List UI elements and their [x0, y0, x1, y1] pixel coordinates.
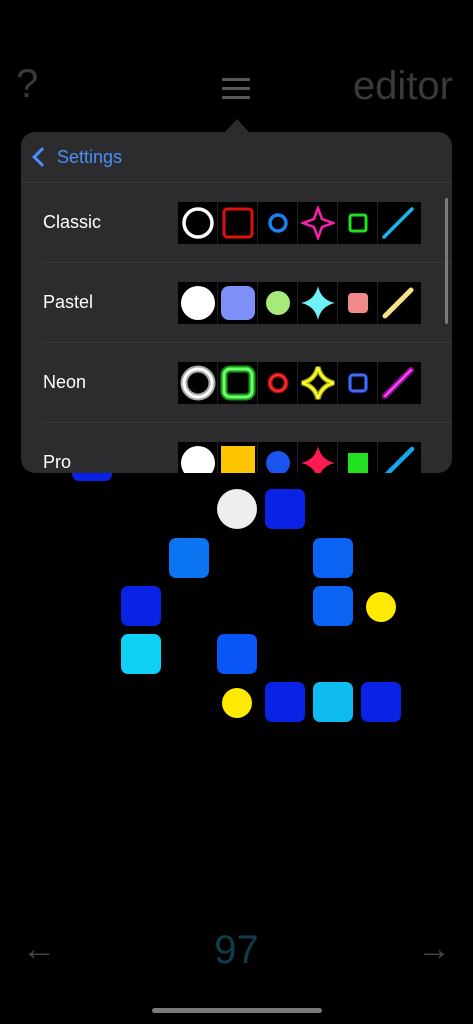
theme-swatch-neon — [178, 362, 421, 404]
popover-scrollbar[interactable] — [445, 198, 448, 324]
line-icon — [378, 442, 418, 473]
grid-block[interactable] — [121, 586, 161, 626]
star-icon — [298, 362, 338, 404]
circle-icon — [178, 202, 218, 244]
small-square-icon — [338, 362, 378, 404]
theme-label: Pro — [43, 452, 72, 472]
small-circle-icon — [258, 362, 298, 404]
popover-header: Settings — [21, 132, 452, 183]
theme-row-classic[interactable]: Classic — [43, 183, 452, 262]
theme-label: Neon — [43, 372, 87, 392]
grid-block[interactable] — [265, 489, 305, 529]
circle-icon — [178, 442, 218, 473]
home-indicator[interactable] — [152, 1008, 322, 1013]
grid-block[interactable] — [121, 634, 161, 674]
grid-block[interactable] — [361, 682, 401, 722]
line-icon — [378, 202, 418, 244]
square-icon — [218, 202, 258, 244]
circle-icon — [178, 282, 218, 324]
level-number: 97 — [214, 928, 259, 972]
grid-block[interactable] — [169, 538, 209, 578]
grid-block[interactable] — [217, 634, 257, 674]
star-icon — [298, 202, 338, 244]
theme-swatch-pro — [178, 442, 421, 473]
circle-icon — [178, 362, 218, 404]
grid-block[interactable] — [313, 538, 353, 578]
theme-popover: Settings Classic Pastel Neon Pro — [21, 132, 452, 473]
line-icon — [378, 362, 418, 404]
line-icon — [378, 282, 418, 324]
square-icon — [218, 442, 258, 473]
grid-dot[interactable] — [366, 592, 396, 622]
theme-label: Classic — [43, 212, 102, 232]
theme-row-neon[interactable]: Neon — [43, 342, 452, 422]
square-icon — [218, 282, 258, 324]
square-icon — [218, 362, 258, 404]
settings-back-button[interactable]: Settings — [31, 147, 122, 168]
grid-block[interactable] — [313, 586, 353, 626]
small-square-icon — [338, 282, 378, 324]
popover-arrow — [224, 119, 250, 133]
grid-block[interactable] — [265, 682, 305, 722]
star-icon — [298, 282, 338, 324]
small-square-icon — [338, 202, 378, 244]
small-square-icon — [338, 442, 378, 473]
theme-label: Pastel — [43, 292, 94, 312]
theme-swatch-classic — [178, 202, 421, 244]
small-circle-icon — [258, 282, 298, 324]
theme-row-pro[interactable]: Pro — [43, 422, 452, 473]
menu-icon[interactable] — [222, 78, 250, 102]
next-level-button[interactable]: → — [417, 930, 451, 969]
grid-dot[interactable] — [222, 688, 252, 718]
grid-dot[interactable] — [217, 489, 257, 529]
small-circle-icon — [258, 202, 298, 244]
grid-block[interactable] — [313, 682, 353, 722]
back-label: Settings — [57, 146, 123, 167]
chevron-left-icon — [32, 147, 52, 167]
theme-row-pastel[interactable]: Pastel — [43, 262, 452, 342]
theme-swatch-pastel — [178, 282, 421, 324]
help-button[interactable]: ? — [16, 62, 38, 107]
small-circle-icon — [258, 442, 298, 473]
mode-label[interactable]: editor — [353, 64, 453, 109]
star-icon — [298, 442, 338, 473]
